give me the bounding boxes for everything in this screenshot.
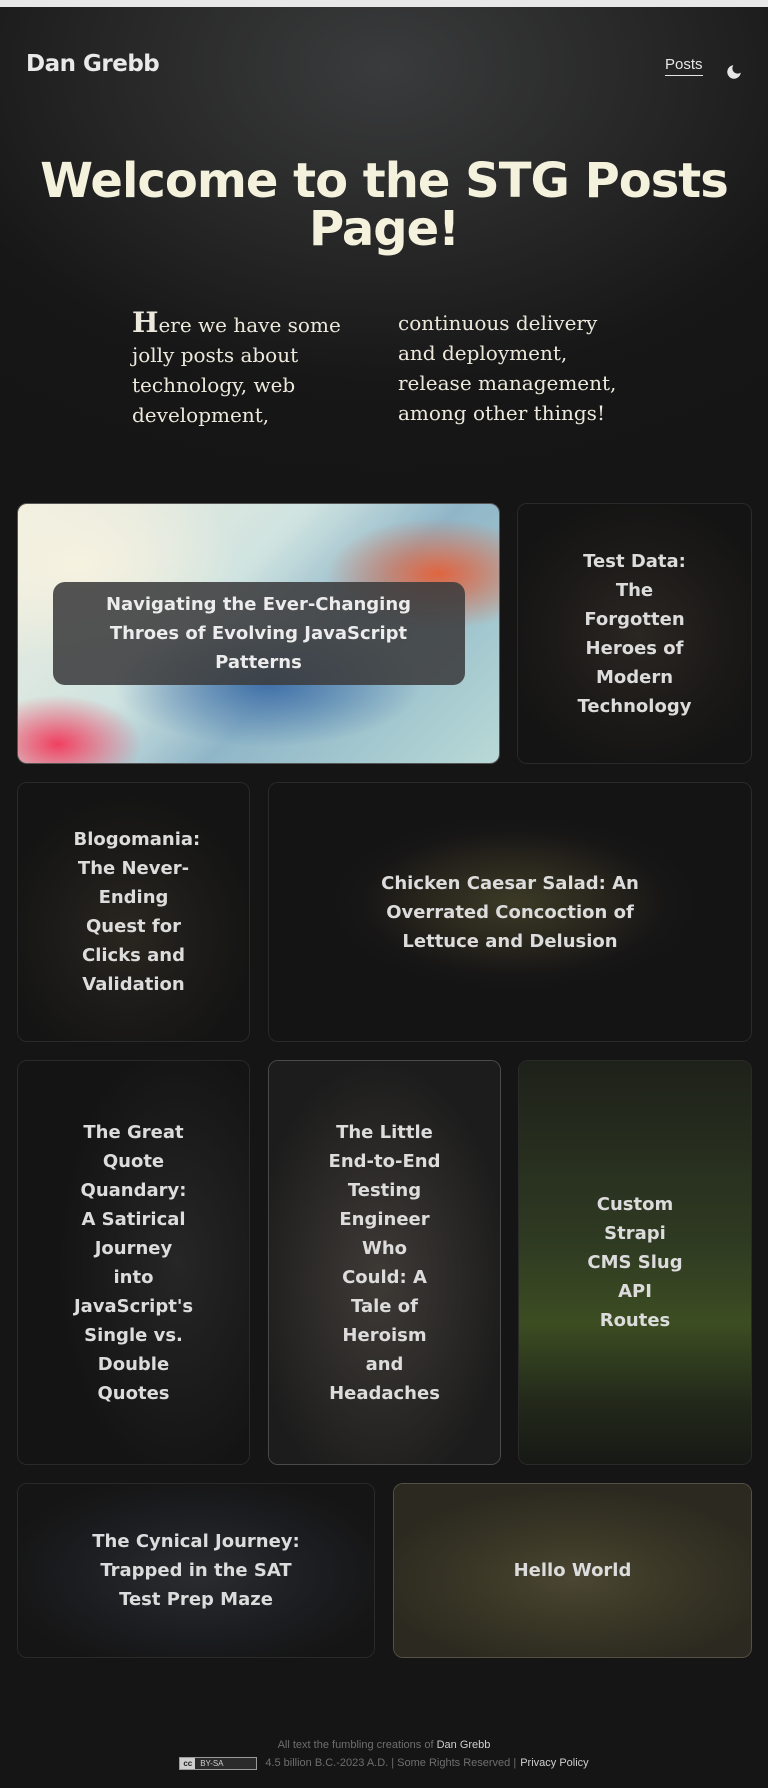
theme-toggle-button[interactable] xyxy=(722,60,746,84)
footer-author-link[interactable]: Dan Grebb xyxy=(437,1739,491,1751)
post-card-title: Hello World xyxy=(513,1560,632,1581)
post-card-title: Chicken Caesar Salad: An Overrated Conco… xyxy=(381,872,639,952)
post-card-title: Test Data: The Forgotten Heroes of Moder… xyxy=(577,550,692,717)
nav-posts-link[interactable]: Posts xyxy=(665,56,703,76)
post-card-title: The Little End-to-End Testing Engineer W… xyxy=(328,1121,441,1404)
post-card-title: Blogomania: The Never-Ending Quest for C… xyxy=(73,829,201,995)
post-card[interactable]: Test Data: The Forgotten Heroes of Moder… xyxy=(517,503,752,764)
site-header: Dan Grebb Posts xyxy=(0,7,768,127)
post-card[interactable]: Custom Strapi CMS Slug API Routes xyxy=(518,1060,752,1465)
post-card[interactable]: Navigating the Ever-Changing Throes of E… xyxy=(17,503,500,764)
post-card[interactable]: The Little End-to-End Testing Engineer W… xyxy=(268,1060,501,1465)
post-card[interactable]: The Great Quote Quandary: A Satirical Jo… xyxy=(17,1060,250,1465)
footer-copyright: 4.5 billion B.C.-2023 A.D. | Some Rights… xyxy=(265,1757,517,1769)
post-card[interactable]: Hello World xyxy=(393,1483,752,1658)
post-card[interactable]: The Cynical Journey: Trapped in the SAT … xyxy=(17,1483,375,1658)
browser-top-strip xyxy=(0,0,768,7)
post-card-title: The Cynical Journey: Trapped in the SAT … xyxy=(92,1531,300,1610)
cc-icon: cc xyxy=(180,1757,196,1769)
post-card-title: The Great Quote Quandary: A Satirical Jo… xyxy=(73,1121,194,1404)
post-card[interactable]: Blogomania: The Never-Ending Quest for C… xyxy=(17,782,250,1042)
footer-license: cc BY-SA 4.5 billion B.C.-2023 A.D. | So… xyxy=(0,1754,768,1772)
site-footer: All text the fumbling creations of Dan G… xyxy=(0,1736,768,1772)
intro-text: Here we have some jolly posts about tech… xyxy=(132,306,617,428)
footer-credit-text: All text the fumbling creations of xyxy=(277,1739,434,1751)
footer-credit: All text the fumbling creations of Dan G… xyxy=(0,1736,768,1754)
page-title: Welcome to the STG Posts Page! xyxy=(40,153,729,257)
moon-icon xyxy=(727,65,741,79)
site-brand[interactable]: Dan Grebb xyxy=(26,51,160,77)
cc-license-label: BY-SA xyxy=(200,1758,224,1768)
post-card-title: Navigating the Ever-Changing Throes of E… xyxy=(52,582,465,685)
privacy-policy-link[interactable]: Privacy Policy xyxy=(520,1754,588,1772)
cc-license-badge[interactable]: cc BY-SA xyxy=(179,1756,258,1770)
post-card[interactable]: Chicken Caesar Salad: An Overrated Conco… xyxy=(268,782,752,1042)
post-card-title: Custom Strapi CMS Slug API Routes xyxy=(587,1194,683,1331)
